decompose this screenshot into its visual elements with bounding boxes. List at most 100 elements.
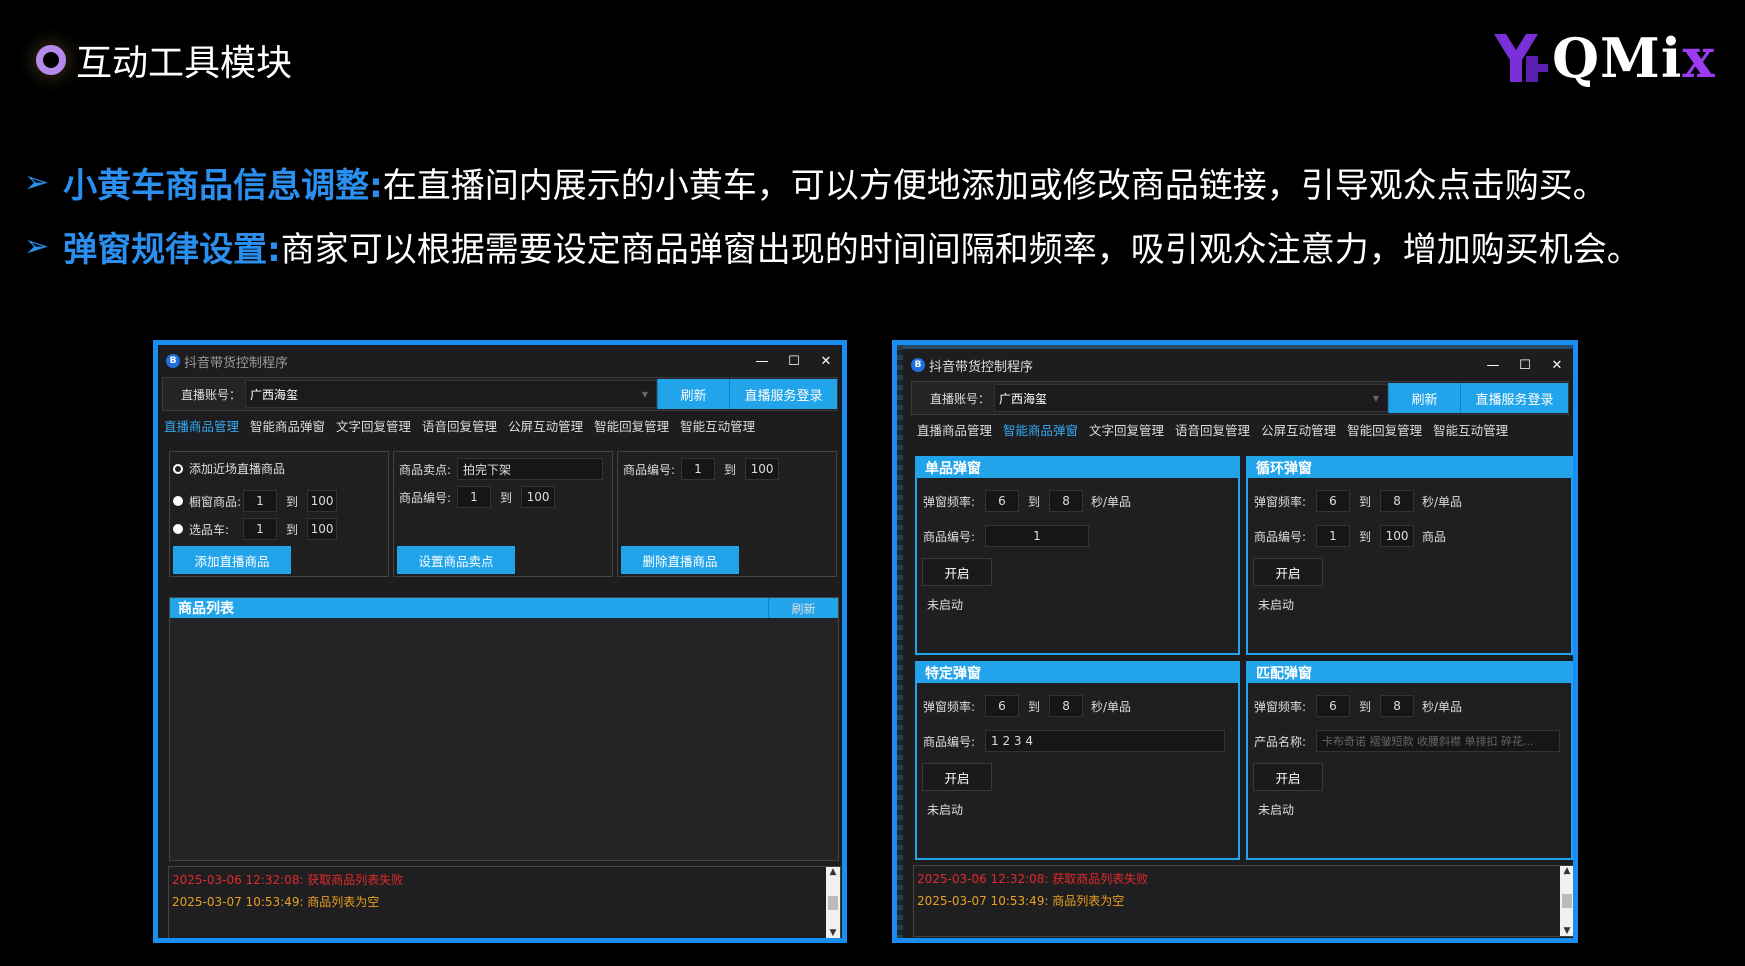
single-popup-panel: 单品弹窗 弹窗频率: 6 到 8 秒/单品 商品编号: 1 开启 未启动 (915, 456, 1240, 655)
tab-smart-reply[interactable]: 智能回复管理 (1347, 420, 1422, 439)
window-to-input[interactable]: 100 (307, 490, 338, 512)
single-goods-input[interactable]: 1 (985, 525, 1089, 547)
delete-goods-panel: 商品编号: 1 到 100 删除直播商品 (617, 451, 837, 577)
account-label: 直播账号： (180, 387, 241, 402)
loop-goods-to-input[interactable]: 100 (1380, 525, 1415, 547)
match-freq-max-input[interactable]: 8 (1380, 695, 1415, 717)
loop-start-button[interactable]: 开启 (1253, 558, 1323, 586)
tab-text-reply[interactable]: 文字回复管理 (336, 416, 411, 435)
loop-freq-min-input[interactable]: 6 (1316, 490, 1350, 512)
cart-from-input[interactable]: 1 (243, 518, 277, 540)
tab-goods-management[interactable]: 直播商品管理 (164, 416, 239, 435)
tab-screen-interaction[interactable]: 公屏互动管理 (508, 416, 583, 435)
specific-freq-max-input[interactable]: 8 (1049, 695, 1084, 717)
tab-voice-reply[interactable]: 语音回复管理 (422, 416, 497, 435)
loop-freq-max-input[interactable]: 8 (1380, 490, 1415, 512)
single-freq-row: 弹窗频率: 6 到 8 秒/单品 (923, 490, 1131, 512)
login-button[interactable]: 直播服务登录 (1460, 383, 1568, 413)
login-button[interactable]: 直播服务登录 (729, 379, 837, 409)
minimize-icon[interactable]: — (746, 354, 778, 369)
window-from-input[interactable]: 1 (243, 490, 277, 512)
tab-text-reply[interactable]: 文字回复管理 (1089, 420, 1164, 439)
single-popup-title: 单品弹窗 (917, 458, 1238, 478)
specific-goods-row: 商品编号: 1 2 3 4 (923, 730, 1225, 752)
set-sell-point-button[interactable]: 设置商品卖点 (397, 546, 515, 574)
specific-goods-input[interactable]: 1 2 3 4 (985, 730, 1225, 752)
tab-smart-reply[interactable]: 智能回复管理 (594, 416, 669, 435)
match-start-button[interactable]: 开启 (1253, 763, 1323, 791)
recent-option[interactable]: 添加近场直播商品 (173, 460, 285, 477)
log-scrollbar[interactable]: ▲ ▼ (826, 867, 840, 938)
log-line-warn: 2025-03-07 10:53:49: 商品列表为空 (917, 894, 1125, 908)
bullet-cart: ➢ 小黄车商品信息调整: 在直播间内展示的小黄车，可以方便地添加或修改商品链接，… (24, 158, 1607, 207)
log-panel: 2025-03-06 12:32:08: 获取商品列表失败 2025-03-07… (913, 865, 1573, 937)
close-icon[interactable]: ✕ (1541, 358, 1573, 373)
cart-to-input[interactable]: 100 (307, 518, 338, 540)
tab-smart-interaction[interactable]: 智能互动管理 (1433, 420, 1508, 439)
single-freq-min-input[interactable]: 6 (985, 490, 1019, 512)
tab-smart-popup[interactable]: 智能商品弹窗 (1003, 420, 1078, 439)
app-window-right: B 抖音带货控制程序 — ☐ ✕ 直播账号： 广西海玺 ▼ 刷新 直播服务登录 直… (892, 340, 1578, 943)
scroll-down-icon[interactable]: ▼ (1564, 926, 1571, 936)
bullet-key: 小黄车商品信息调整: (63, 166, 383, 206)
scroll-thumb[interactable] (1562, 894, 1572, 908)
delete-from-input[interactable]: 1 (681, 458, 715, 480)
account-row: 直播账号： 广西海玺 ▼ 刷新 直播服务登录 (162, 377, 838, 411)
log-line-error: 2025-03-06 12:32:08: 获取商品列表失败 (172, 873, 404, 887)
goods-to-input[interactable]: 100 (521, 486, 556, 508)
radio-icon[interactable] (173, 496, 183, 506)
tab-smart-interaction[interactable]: 智能互动管理 (680, 416, 755, 435)
tab-voice-reply[interactable]: 语音回复管理 (1175, 420, 1250, 439)
maximize-icon[interactable]: ☐ (1509, 358, 1541, 373)
close-icon[interactable]: ✕ (810, 354, 842, 369)
tab-screen-interaction[interactable]: 公屏互动管理 (1261, 420, 1336, 439)
single-start-button[interactable]: 开启 (922, 558, 992, 586)
goods-list-header: 商品列表 (170, 598, 838, 618)
radio-selected-icon[interactable] (173, 463, 183, 474)
scroll-up-icon[interactable]: ▲ (830, 867, 837, 877)
single-freq-max-input[interactable]: 8 (1049, 490, 1084, 512)
minimize-icon[interactable]: — (1477, 358, 1509, 373)
bullet-desc: 商家可以根据需要设定商品弹窗出现的时间间隔和频率，吸引观众注意力，增加购买机会。 (280, 230, 1641, 270)
scroll-thumb[interactable] (828, 895, 838, 910)
tab-bar: 直播商品管理 智能商品弹窗 文字回复管理 语音回复管理 公屏互动管理 智能回复管… (158, 411, 842, 439)
bullet-popup: ➢ 弹窗规律设置: 商家可以根据需要设定商品弹窗出现的时间间隔和频率，吸引观众注… (24, 222, 1641, 271)
loop-popup-title: 循环弹窗 (1248, 458, 1571, 478)
add-goods-panel: 添加近场直播商品 橱窗商品: 1 到 100 选品车: 1 到 100 添加直播… (169, 451, 389, 577)
title-bar: B 抖音带货控制程序 — ☐ ✕ (158, 345, 842, 377)
radio-icon[interactable] (173, 524, 183, 534)
scroll-down-icon[interactable]: ▼ (830, 928, 837, 938)
bullet-key: 弹窗规律设置: (63, 230, 281, 270)
specific-start-button[interactable]: 开启 (922, 763, 992, 791)
app-icon: B (166, 354, 180, 368)
add-goods-button[interactable]: 添加直播商品 (173, 546, 291, 574)
sell-point-input[interactable]: 拍完下架 (457, 458, 603, 480)
scroll-up-icon[interactable]: ▲ (1564, 866, 1571, 876)
goods-no-row: 商品编号: 1 到 100 (623, 458, 780, 480)
account-select[interactable]: 广西海玺 ▼ (994, 384, 1388, 412)
top-strip (903, 345, 1573, 349)
specific-freq-min-input[interactable]: 6 (985, 695, 1019, 717)
goods-list-refresh-button[interactable]: 刷新 (768, 598, 838, 618)
refresh-button[interactable]: 刷新 (1388, 383, 1460, 413)
match-name-row: 产品名称: 卡布奇诺 褶皱短款 收腰斜襟 单排扣 碎花... (1254, 730, 1560, 752)
tab-goods-management[interactable]: 直播商品管理 (917, 420, 992, 439)
delete-to-input[interactable]: 100 (745, 458, 780, 480)
loop-goods-from-input[interactable]: 1 (1316, 525, 1350, 547)
bullet-desc: 在直播间内展示的小黄车，可以方便地添加或修改商品链接，引导观众点击购买。 (382, 166, 1607, 206)
maximize-icon[interactable]: ☐ (778, 354, 810, 369)
goods-list: 商品列表 刷新 (169, 597, 839, 861)
page-title-text: 互动工具模块 (76, 43, 293, 84)
log-scrollbar[interactable]: ▲ ▼ (1560, 866, 1573, 936)
delete-goods-button[interactable]: 删除直播商品 (621, 546, 739, 574)
app-window-left: B 抖音带货控制程序 — ☐ ✕ 直播账号： 广西海玺 ▼ 刷新 直播服务登录 直… (153, 340, 847, 943)
match-name-input[interactable]: 卡布奇诺 褶皱短款 收腰斜襟 单排扣 碎花... (1316, 730, 1560, 752)
yh-logo-icon (1494, 34, 1548, 82)
single-goods-row: 商品编号: 1 (923, 525, 1089, 547)
goods-from-input[interactable]: 1 (457, 486, 491, 508)
refresh-button[interactable]: 刷新 (657, 379, 729, 409)
match-freq-min-input[interactable]: 6 (1316, 695, 1350, 717)
title-bar: B 抖音带货控制程序 — ☐ ✕ (897, 349, 1573, 381)
account-select[interactable]: 广西海玺 ▼ (245, 380, 657, 408)
tab-smart-popup[interactable]: 智能商品弹窗 (250, 416, 325, 435)
